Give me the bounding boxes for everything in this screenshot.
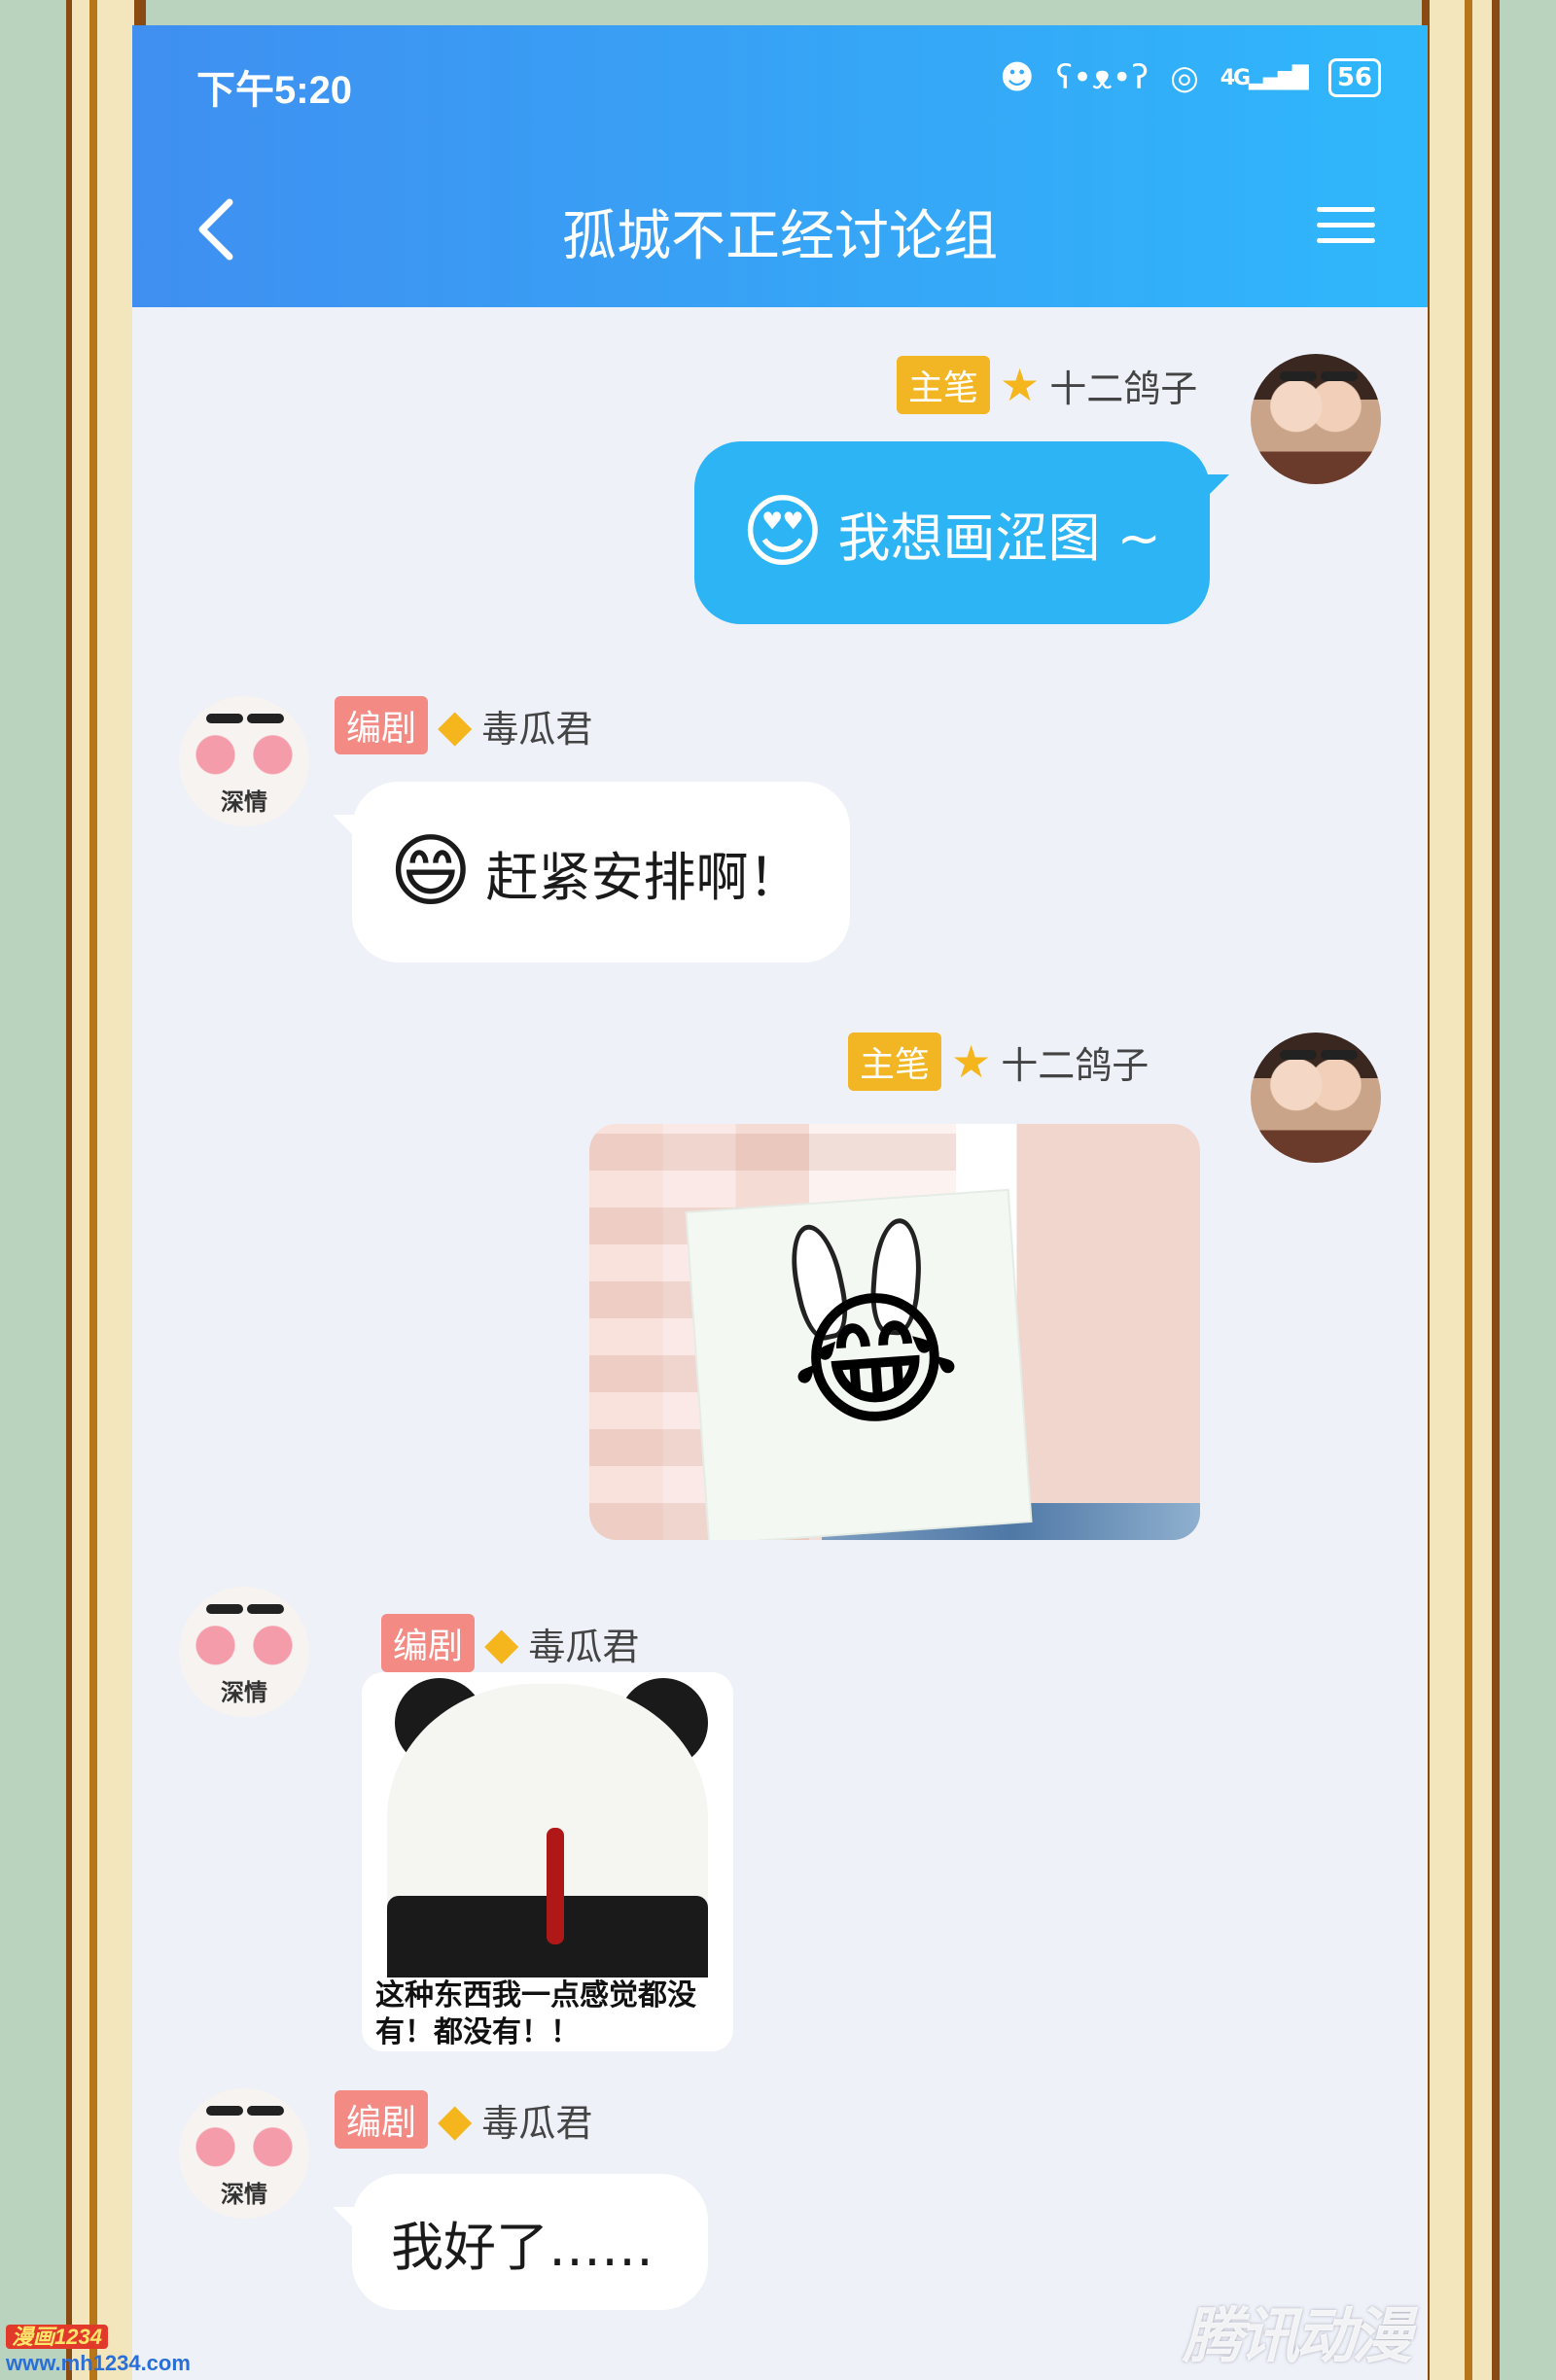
- watermark-tencent: 腾讯动漫: [1182, 2300, 1412, 2371]
- battery-icon: 56: [1327, 58, 1381, 97]
- hd-call-icon: ◎: [1170, 58, 1199, 97]
- nosebleed: [547, 1828, 564, 1944]
- avatar-duguajun[interactable]: 深情: [179, 696, 309, 826]
- avatar-shiergezi[interactable]: [1251, 354, 1381, 484]
- message-text: 我好了……: [391, 2216, 654, 2278]
- star-icon: ◆: [438, 699, 473, 752]
- star-icon: ★: [951, 1035, 992, 1088]
- role-tag: 编剧: [335, 2090, 429, 2149]
- sticker-caption: 这种东西我一点感觉都没有！都没有！！: [375, 1978, 696, 2049]
- avatar-duguajun[interactable]: 深情: [179, 2088, 309, 2219]
- message-bubble[interactable]: 我好了……: [352, 2174, 708, 2310]
- chat-title: 孤城不正经讨论组: [562, 205, 998, 268]
- message-1-meta: 主笔 ★ 十二鸽子: [897, 356, 1197, 414]
- panda-sticker-message[interactable]: 这种东西我一点感觉都没有！都没有！！: [362, 1672, 733, 2051]
- status-icons: ☻ ʕ•ᴥ•ʔ ◎ 4G▂▄▆█ 56: [1000, 58, 1381, 97]
- avatar-shiergezi[interactable]: [1251, 1032, 1381, 1163]
- message-3-meta: 主笔 ★ 十二鸽子: [848, 1032, 1149, 1091]
- avatar-duguajun[interactable]: 深情: [179, 1587, 309, 1717]
- tears-of-joy-emoji-icon: 😂: [784, 1270, 967, 1452]
- message-bubble[interactable]: 😍 我想画涩图 ~: [694, 441, 1210, 624]
- bubble-tail: [333, 815, 354, 836]
- sender-name: 毒瓜君: [528, 1625, 640, 1668]
- bear-app-icon: ʕ•ᴥ•ʔ: [1055, 58, 1149, 97]
- message-5-meta: 编剧 ◆ 毒瓜君: [335, 2090, 592, 2149]
- phone-screen: 下午5:20 ☻ ʕ•ᴥ•ʔ ◎ 4G▂▄▆█ 56 孤城不正经讨论组 主笔 ★…: [132, 25, 1428, 2380]
- star-icon: ◆: [438, 2093, 473, 2146]
- heart-eyes-emoji-icon: 😍: [741, 486, 825, 578]
- decorative-frame-right: [1422, 0, 1500, 2380]
- status-time: 下午5:20: [196, 69, 353, 112]
- message-4-meta: 编剧 ◆ 毒瓜君: [381, 1614, 639, 1672]
- sender-name: 十二鸽子: [1001, 1043, 1149, 1087]
- role-tag: 编剧: [335, 696, 429, 754]
- chat-header: 下午5:20 ☻ ʕ•ᴥ•ʔ ◎ 4G▂▄▆█ 56 孤城不正经讨论组: [132, 25, 1428, 307]
- star-icon: ★: [1000, 359, 1041, 411]
- bubble-tail: [1208, 474, 1229, 496]
- signal-icon: 4G▂▄▆█: [1220, 65, 1309, 90]
- bubble-tail: [333, 2207, 354, 2228]
- message-text: 赶紧安排啊！: [485, 846, 801, 908]
- image-message[interactable]: 😂: [589, 1124, 1200, 1540]
- star-icon: ◆: [484, 1617, 519, 1669]
- role-tag: 编剧: [381, 1614, 476, 1672]
- role-tag: 主笔: [848, 1032, 942, 1091]
- rabbit-sticker: 😂: [687, 1190, 1031, 1540]
- message-2-meta: 编剧 ◆ 毒瓜君: [335, 696, 592, 754]
- sender-name: 十二鸽子: [1049, 367, 1198, 410]
- menu-icon[interactable]: [1317, 196, 1375, 255]
- qq-notification-icon: ☻: [1000, 58, 1035, 97]
- sender-name: 毒瓜君: [481, 2101, 593, 2145]
- message-bubble[interactable]: 😄 赶紧安排啊！: [352, 782, 850, 962]
- watermark-site: 漫画1234 www.mh1234.com: [6, 2325, 191, 2375]
- message-text: 我想画涩图 ~: [837, 507, 1161, 569]
- smiling-emoji-icon: 😄: [389, 825, 473, 918]
- sender-name: 毒瓜君: [481, 707, 593, 751]
- role-tag: 主笔: [897, 356, 991, 414]
